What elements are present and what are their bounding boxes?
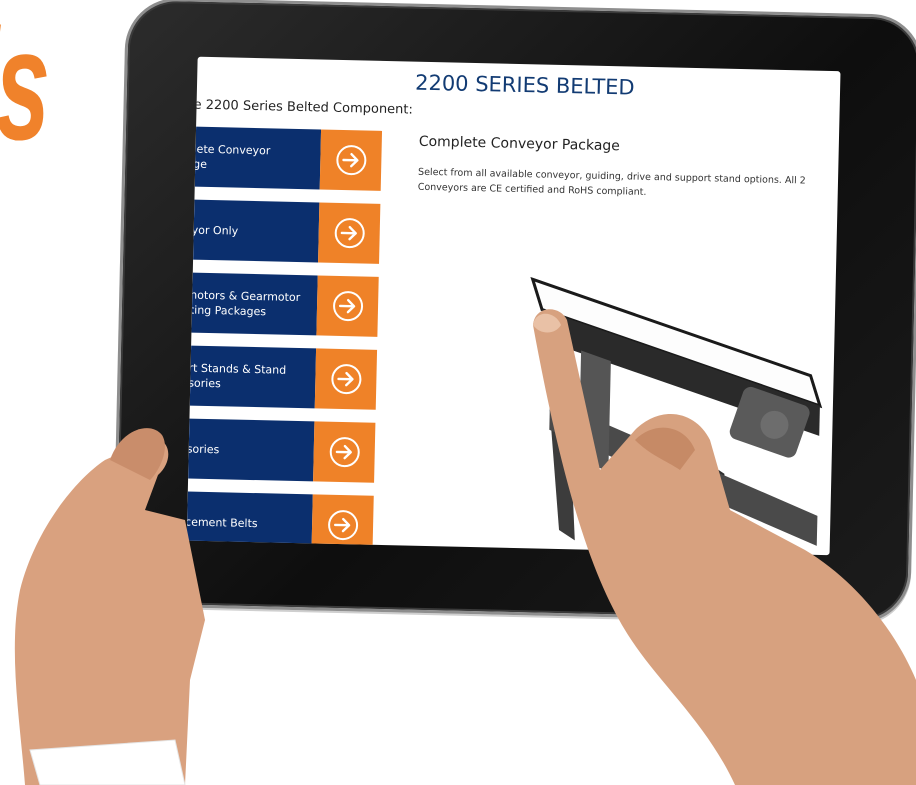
content-heading: Complete Conveyor Package xyxy=(418,133,621,155)
brand-logo-text: ls xyxy=(0,0,50,173)
menu-item-complete-conveyor[interactable]: lete Conveyor ge xyxy=(194,126,383,191)
page-subtitle: e 2200 Series Belted Component: xyxy=(193,97,414,118)
arrow-right-circle-icon xyxy=(327,509,358,541)
page-title: 2200 SERIES BELTED xyxy=(414,70,635,100)
menu-item-gearmotor-packages[interactable]: notors & Gearmotor ting Packages xyxy=(191,272,379,337)
menu-arrow-button[interactable] xyxy=(319,129,383,191)
menu-item-label: rt Stands & Stand sories xyxy=(189,361,287,391)
arrow-right-circle-icon xyxy=(332,290,363,322)
menu-item-support-stands[interactable]: rt Stands & Stand sories xyxy=(189,345,378,410)
content-description: Select from all available conveyor, guid… xyxy=(417,166,806,198)
arrow-right-circle-icon xyxy=(330,363,362,395)
arrow-right-circle-icon xyxy=(333,217,365,249)
menu-arrow-button[interactable] xyxy=(313,421,376,483)
arrow-right-circle-icon xyxy=(335,144,367,176)
menu-item-label: yor Only xyxy=(193,223,239,238)
menu-item-label: lete Conveyor ge xyxy=(194,142,271,171)
menu-arrow-button[interactable] xyxy=(311,494,374,556)
menu-arrow-button[interactable] xyxy=(314,348,378,410)
menu-arrow-button[interactable] xyxy=(318,202,381,264)
menu-item-label: notors & Gearmotor ting Packages xyxy=(191,288,301,319)
menu-item-conveyor-only[interactable]: yor Only xyxy=(193,199,381,264)
left-hand-image xyxy=(14,428,206,785)
right-hand-image xyxy=(533,309,916,785)
arrow-right-circle-icon xyxy=(328,436,360,468)
menu-arrow-button[interactable] xyxy=(316,275,379,337)
